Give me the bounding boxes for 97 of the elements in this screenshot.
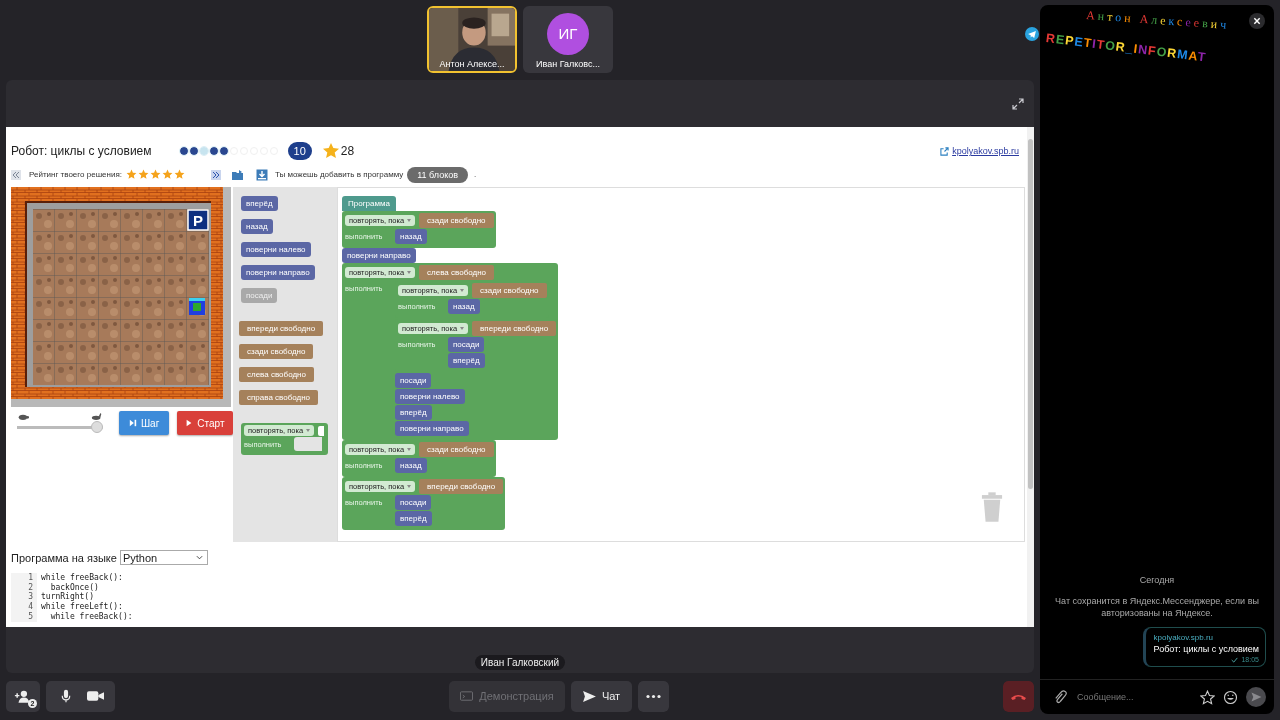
- hint-period: .: [474, 170, 477, 179]
- command-block[interactable]: вперёд: [448, 353, 485, 368]
- line-number: 5: [11, 611, 37, 622]
- emoji-icon[interactable]: [1223, 689, 1238, 705]
- code-line: turnRight(): [40, 592, 94, 603]
- level-dot[interactable]: [209, 147, 218, 155]
- robot-icon: [189, 298, 205, 315]
- play-icon: [185, 419, 194, 427]
- command-block[interactable]: посади: [395, 373, 432, 388]
- parking-sign: P: [187, 209, 209, 231]
- command-block[interactable]: вперёд: [395, 405, 432, 420]
- speed-slider[interactable]: [17, 421, 104, 433]
- program-header: Программа: [342, 196, 396, 211]
- level-dot[interactable]: [219, 147, 228, 155]
- paper-plane-icon: [582, 690, 596, 702]
- fullscreen-icon[interactable]: [1012, 97, 1024, 110]
- command-block[interactable]: поверни налево: [241, 242, 311, 257]
- command-block[interactable]: назад: [448, 299, 480, 314]
- line-number: 3: [11, 592, 37, 603]
- line-number: 1: [11, 573, 37, 583]
- screen-icon: [460, 690, 474, 702]
- command-block[interactable]: назад: [241, 219, 273, 234]
- chat-button[interactable]: Чат: [571, 680, 632, 712]
- external-link-icon: [940, 146, 950, 156]
- participant-name: Иван Галковс...: [535, 59, 601, 69]
- participant-tile[interactable]: Антон Алексе...: [427, 6, 517, 73]
- line-number: 4: [11, 602, 37, 612]
- page-title: Робот: циклы с условием: [11, 144, 152, 158]
- next-icon[interactable]: [210, 169, 221, 180]
- condition-block[interactable]: впереди свободно: [239, 321, 324, 336]
- avatar: ИГ: [547, 12, 589, 55]
- blocks-count-badge: 11 блоков: [407, 166, 469, 183]
- message-text: Робот: циклы с условием: [1153, 644, 1259, 654]
- condition-block[interactable]: сзади свободно: [239, 344, 314, 359]
- star-icon: [321, 142, 340, 160]
- camera-icon[interactable]: [87, 690, 104, 702]
- hang-up-icon[interactable]: [1003, 680, 1034, 712]
- close-icon[interactable]: [1249, 13, 1265, 29]
- condition-block[interactable]: впереди свободно: [419, 479, 504, 494]
- condition-block[interactable]: справа свободно: [239, 390, 319, 405]
- previous-icon[interactable]: [11, 169, 21, 180]
- banner-name: Антон Алексеевич: [1085, 8, 1230, 33]
- command-block[interactable]: посади: [448, 337, 485, 352]
- command-block[interactable]: посади: [395, 495, 432, 510]
- step-icon: [128, 419, 137, 427]
- caret-icon: [195, 555, 203, 560]
- more-icon[interactable]: [638, 680, 669, 712]
- level-dot[interactable]: [179, 147, 188, 155]
- command-block[interactable]: назад: [395, 458, 427, 473]
- star-icon[interactable]: [1200, 689, 1215, 705]
- command-block[interactable]: поверни направо: [342, 248, 416, 263]
- command-block[interactable]: вперёд: [395, 511, 432, 526]
- line-number: 2: [11, 582, 37, 593]
- scrollbar[interactable]: [1027, 127, 1034, 627]
- condition-block[interactable]: сзади свободно: [419, 442, 494, 457]
- add-hint: Ты можешь добавить в программу: [274, 170, 404, 179]
- command-block[interactable]: назад: [395, 229, 427, 244]
- score: 28: [340, 144, 355, 158]
- participant-tile[interactable]: ИГ Иван Галковс...: [523, 6, 613, 73]
- microphone-icon[interactable]: [61, 688, 71, 704]
- folder-icon[interactable]: [230, 168, 245, 181]
- chat-notice: Чат сохранится в Яндекс.Мессенджере, если вы авторизованы на Яндексе.: [1054, 595, 1260, 619]
- rating-label: Рейтинг твоего решения:: [29, 170, 122, 179]
- send-button[interactable]: [1246, 687, 1266, 707]
- paper-plane-icon[interactable]: [1025, 27, 1039, 41]
- condition-block[interactable]: слева свободно: [419, 265, 495, 280]
- code-line: backOnce(): [49, 582, 99, 592]
- turtle-icon: [17, 413, 29, 420]
- level-dot[interactable]: [229, 147, 238, 155]
- language-label: Программа на языке: [11, 551, 117, 564]
- step-button[interactable]: Шаг: [119, 411, 169, 435]
- participant-name: Антон Алексе...: [438, 59, 506, 69]
- level-dot[interactable]: [189, 147, 198, 155]
- condition-block[interactable]: впереди свободно: [472, 321, 557, 336]
- command-block[interactable]: вперёд: [241, 196, 278, 211]
- condition-block[interactable]: слева свободно: [239, 367, 314, 382]
- command-block[interactable]: поверни налево: [395, 389, 465, 404]
- message-input[interactable]: Сообщение...: [1075, 691, 1192, 703]
- rabbit-icon: [91, 413, 104, 420]
- start-button[interactable]: Старт: [176, 411, 233, 435]
- level-badge: 10: [287, 142, 312, 160]
- banner-brand: REPETITOR_INFORMAT: [1045, 31, 1208, 65]
- code-line: while freeBack():: [40, 573, 123, 583]
- command-block[interactable]: поверни направо: [395, 421, 469, 436]
- language-select[interactable]: Python: [119, 550, 208, 565]
- command-block[interactable]: поверни направо: [241, 265, 315, 280]
- condition-block[interactable]: сзади свободно: [472, 283, 547, 298]
- code-line: while freeLeft():: [40, 602, 123, 612]
- code-line: while freeBack():: [49, 611, 133, 622]
- date-divider: Сегодня: [1138, 575, 1176, 585]
- level-dot[interactable]: [199, 147, 208, 155]
- check-icon: [1231, 656, 1239, 663]
- download-icon[interactable]: [254, 168, 269, 181]
- condition-block[interactable]: сзади свободно: [419, 213, 494, 228]
- site-link[interactable]: kpolyakov.spb.ru: [952, 146, 1019, 156]
- speaker-label: Иван Галковский: [474, 655, 566, 670]
- message-link[interactable]: kpolyakov.spb.ru: [1153, 633, 1259, 642]
